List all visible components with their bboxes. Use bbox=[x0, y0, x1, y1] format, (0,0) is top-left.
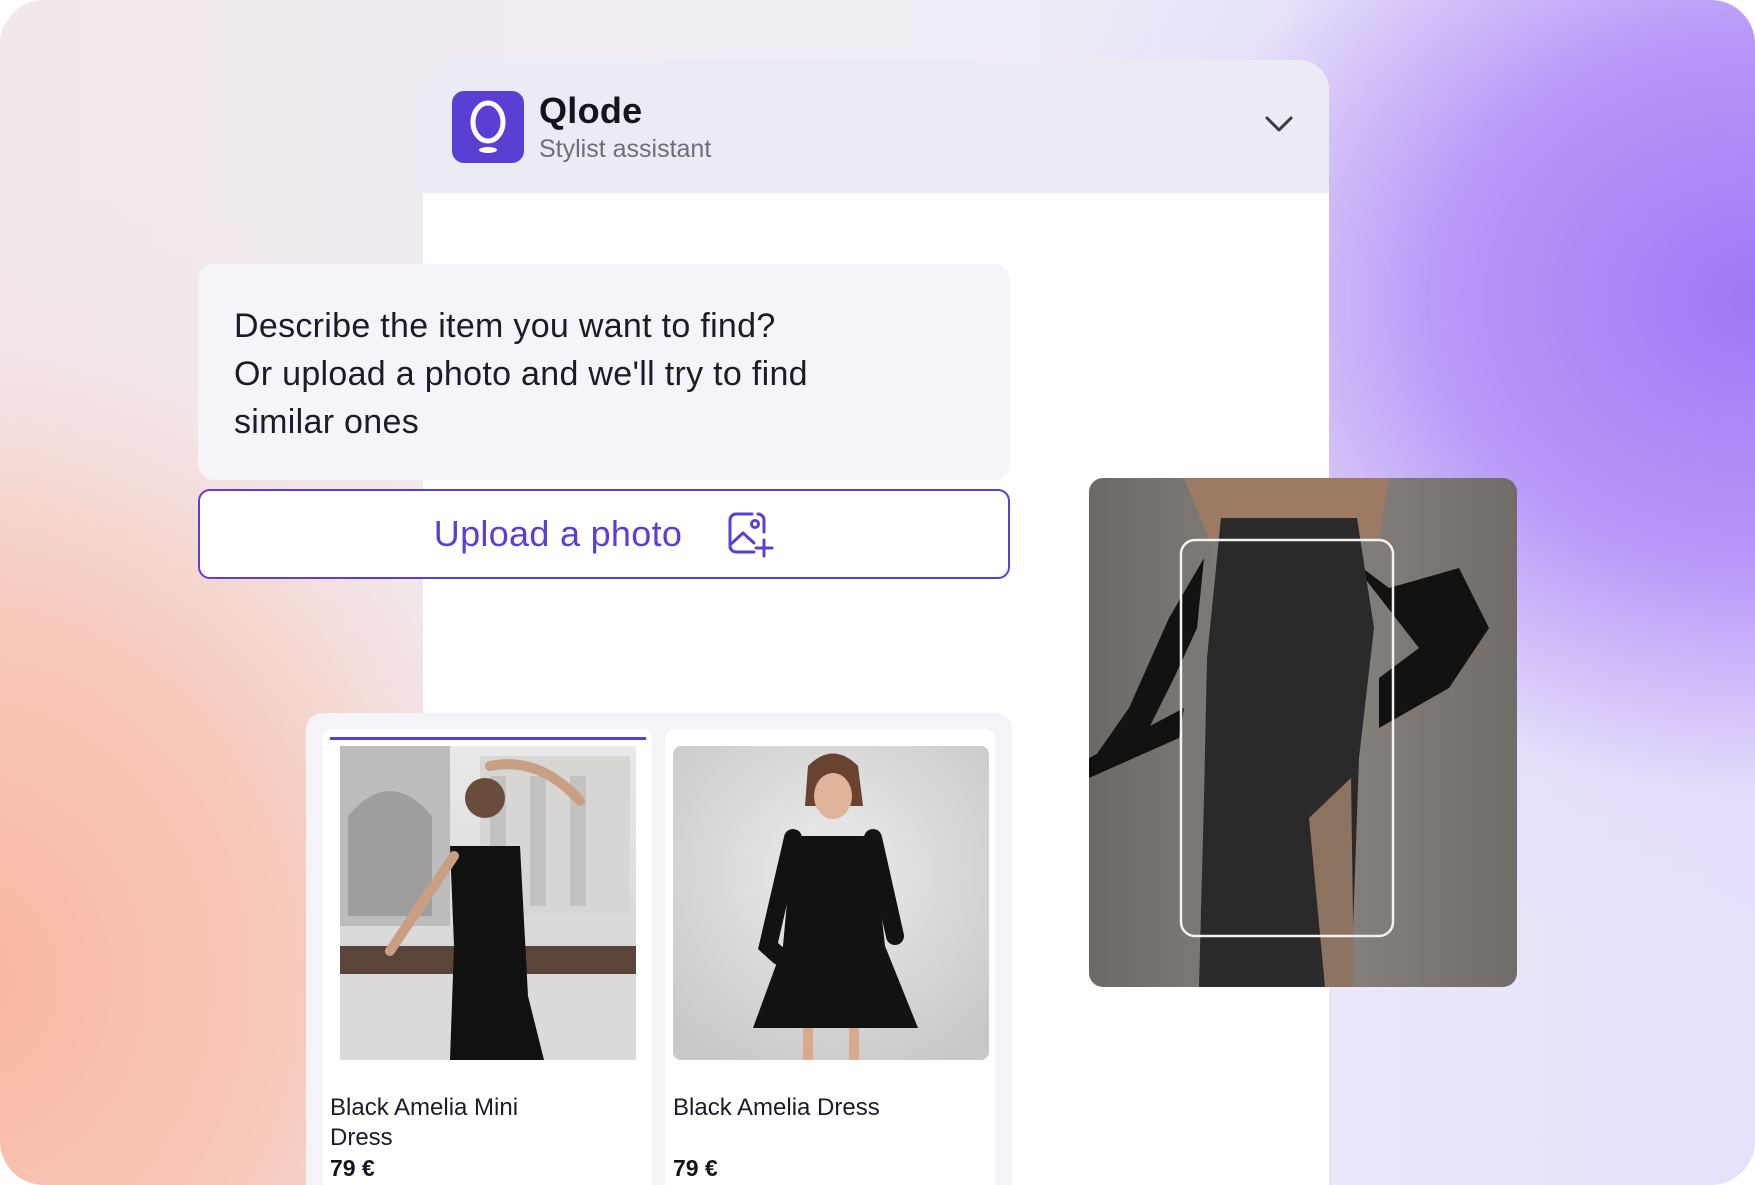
active-indicator bbox=[330, 737, 646, 740]
uploaded-photo bbox=[1089, 478, 1517, 987]
upload-photo-label: Upload a photo bbox=[433, 513, 683, 554]
chevron-down-icon bbox=[1265, 116, 1293, 132]
qlode-logo bbox=[452, 91, 524, 163]
upload-photo-button[interactable]: Upload a photo bbox=[198, 489, 1010, 579]
product-image bbox=[673, 746, 989, 1060]
product-card[interactable]: Black Amelia Mini Dress 79 € bbox=[322, 729, 652, 1185]
message-line: Describe the item you want to find? bbox=[234, 307, 776, 345]
logo-letter-icon bbox=[470, 100, 506, 153]
image-add-icon bbox=[728, 512, 774, 558]
app-name: Qlode bbox=[539, 90, 643, 131]
assistant-message: Describe the item you want to find? Or u… bbox=[198, 264, 1010, 480]
collapse-button[interactable] bbox=[1255, 104, 1303, 144]
product-price: 79 € bbox=[330, 1155, 375, 1181]
message-line: similar ones bbox=[234, 403, 419, 441]
product-price: 79 € bbox=[673, 1155, 718, 1181]
message-line: Or upload a photo and we'll try to find bbox=[234, 355, 808, 393]
product-name: Black Amelia Dress bbox=[673, 1094, 880, 1121]
background-canvas: Qlode Stylist assistant Describe the ite… bbox=[0, 0, 1755, 1185]
chat-header: Qlode Stylist assistant bbox=[423, 60, 1329, 193]
product-card[interactable]: Black Amelia Dress 79 € bbox=[665, 729, 995, 1185]
product-name: Black Amelia Mini Dress bbox=[330, 1094, 519, 1151]
app-subtitle: Stylist assistant bbox=[539, 135, 712, 163]
product-image bbox=[330, 746, 646, 1060]
product-results: Black Amelia Mini Dress 79 € Black Ameli… bbox=[306, 713, 1012, 1185]
